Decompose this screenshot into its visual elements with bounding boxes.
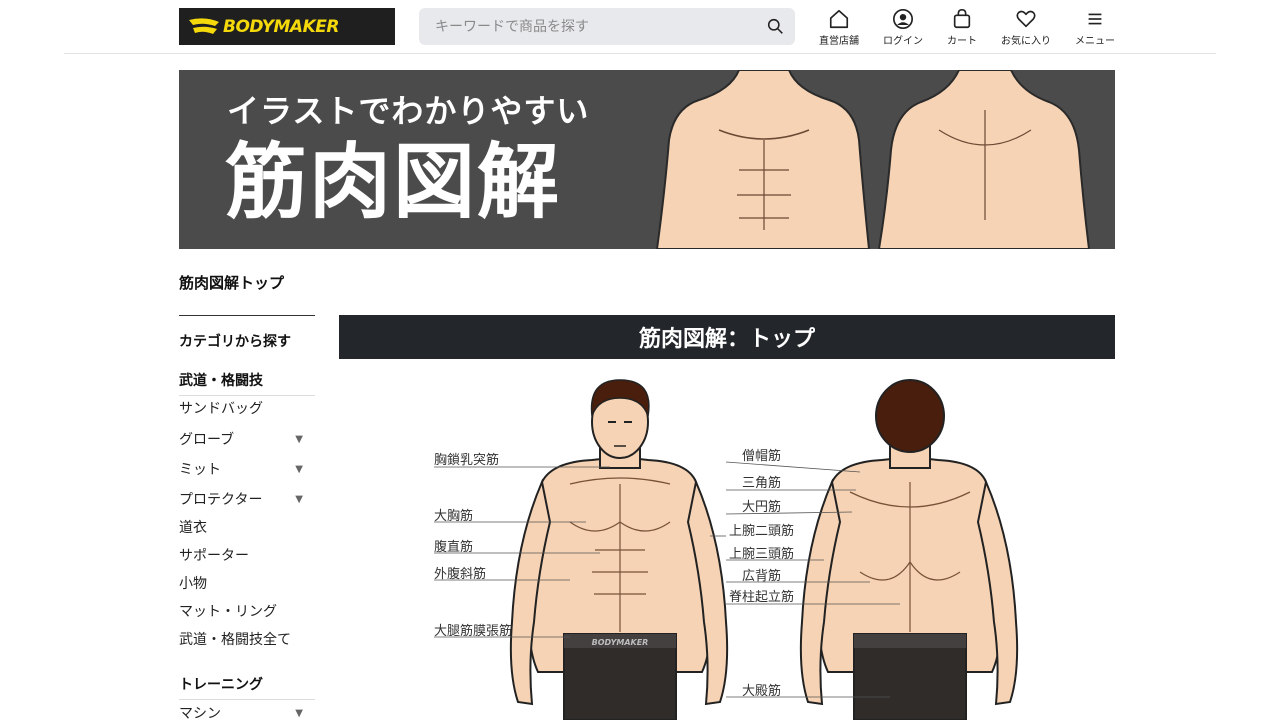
search-bar [419, 8, 795, 45]
waistband-text: BODYMAKER [592, 638, 649, 647]
sidebar-item-label: プロテクター [179, 492, 263, 508]
muscle-diagram: BODYMAKER 胸鎖乳突筋 大胸筋 腹直筋 外腹斜筋 大腿筋膜張筋 僧帽筋 … [420, 372, 1040, 720]
expand-arrow-icon[interactable]: ▼ [295, 708, 303, 719]
sidebar-item-label: 小物 [179, 576, 207, 592]
label-gluteus-maximus: 大殿筋 [742, 684, 782, 699]
sidebar-item-machine[interactable]: マシン ▼ [179, 703, 303, 720]
label-latissimus-dorsi: 広背筋 [742, 569, 782, 584]
menu-button[interactable]: メニュー [1063, 8, 1127, 48]
label-teres-major: 大円筋 [742, 500, 782, 515]
favorites-label: お気に入り [1001, 36, 1051, 47]
label-rectus-abdominis: 腹直筋 [434, 540, 474, 555]
expand-arrow-icon[interactable]: ▼ [295, 464, 303, 475]
sidebar-group-training[interactable]: トレーニング [179, 674, 315, 700]
cart-label: カート [947, 36, 977, 47]
store-button[interactable]: 直営店舗 [807, 8, 871, 48]
expand-arrow-icon[interactable]: ▼ [295, 434, 303, 445]
sidebar-item-label: ミット [179, 462, 221, 478]
label-erector-spinae: 脊柱起立筋 [729, 590, 795, 605]
favorites-button[interactable]: お気に入り [994, 8, 1058, 48]
label-sternocleidomastoid: 胸鎖乳突筋 [434, 453, 500, 468]
label-trapezius: 僧帽筋 [742, 449, 782, 464]
bag-icon [953, 9, 971, 29]
search-input[interactable] [419, 8, 755, 45]
search-button[interactable] [755, 8, 795, 45]
hero-banner: イラストでわかりやすい 筋肉図解 [179, 70, 1115, 249]
sidebar-item-accessories[interactable]: 小物 [179, 573, 303, 593]
cart-button[interactable]: カート [930, 8, 994, 48]
search-icon [767, 18, 783, 34]
sidebar-item-label: サポーター [179, 548, 249, 564]
main-heading: 筋肉図解：トップ [339, 315, 1115, 359]
category-heading: カテゴリから探す [179, 334, 291, 350]
label-external-oblique: 外腹斜筋 [434, 567, 487, 582]
banner-illustration [655, 70, 1091, 249]
sidebar-item-label: 武道・格闘技全て [179, 632, 291, 648]
hamburger-icon [1088, 13, 1102, 25]
sidebar-item-mat-ring[interactable]: マット・リング [179, 601, 303, 621]
heart-icon [1016, 10, 1036, 28]
label-pectoralis-major: 大胸筋 [434, 509, 474, 524]
sidebar-group-martial-arts[interactable]: 武道・格闘技 [179, 370, 315, 396]
menu-label: メニュー [1075, 36, 1115, 47]
sidebar-item-label: マシン [179, 706, 221, 720]
sidebar-item-mitts[interactable]: ミット ▼ [179, 459, 303, 479]
expand-arrow-icon[interactable]: ▼ [295, 494, 303, 505]
login-button[interactable]: ログイン [871, 8, 935, 48]
sidebar-item-gloves[interactable]: グローブ ▼ [179, 429, 303, 449]
logo-swoosh-icon [189, 17, 219, 34]
brand-logo[interactable]: BODYMAKER [179, 8, 395, 45]
user-icon [893, 9, 913, 29]
label-triceps-brachii: 上腕三頭筋 [729, 547, 795, 562]
sidebar-item-protector[interactable]: プロテクター ▼ [179, 489, 303, 509]
sidebar-item-martial-arts-all[interactable]: 武道・格闘技全て [179, 629, 303, 649]
login-label: ログイン [883, 36, 923, 47]
label-biceps-brachii: 上腕二頭筋 [729, 524, 795, 539]
sidebar-item-uniform[interactable]: 道衣 [179, 517, 303, 537]
sidebar-item-label: グローブ [179, 432, 235, 448]
sidebar-item-label: 道衣 [179, 520, 207, 536]
logo-text: BODYMAKER [223, 16, 339, 37]
sidebar-item-label: マット・リング [179, 604, 277, 620]
sidebar-item-sandbag[interactable]: サンドバッグ [179, 398, 303, 418]
sidebar-item-supporter[interactable]: サポーター [179, 545, 303, 565]
sidebar-top-link[interactable]: 筋肉図解トップ [179, 272, 284, 293]
label-tensor-fasciae-latae: 大腿筋膜張筋 [434, 624, 513, 639]
sidebar-item-label: サンドバッグ [179, 401, 263, 417]
store-label: 直営店舗 [819, 36, 859, 47]
sidebar-divider [179, 315, 315, 316]
label-deltoid: 三角筋 [742, 476, 782, 491]
home-icon [829, 9, 849, 29]
site-header: BODYMAKER 直営店舗 ログイン カート [64, 0, 1216, 54]
